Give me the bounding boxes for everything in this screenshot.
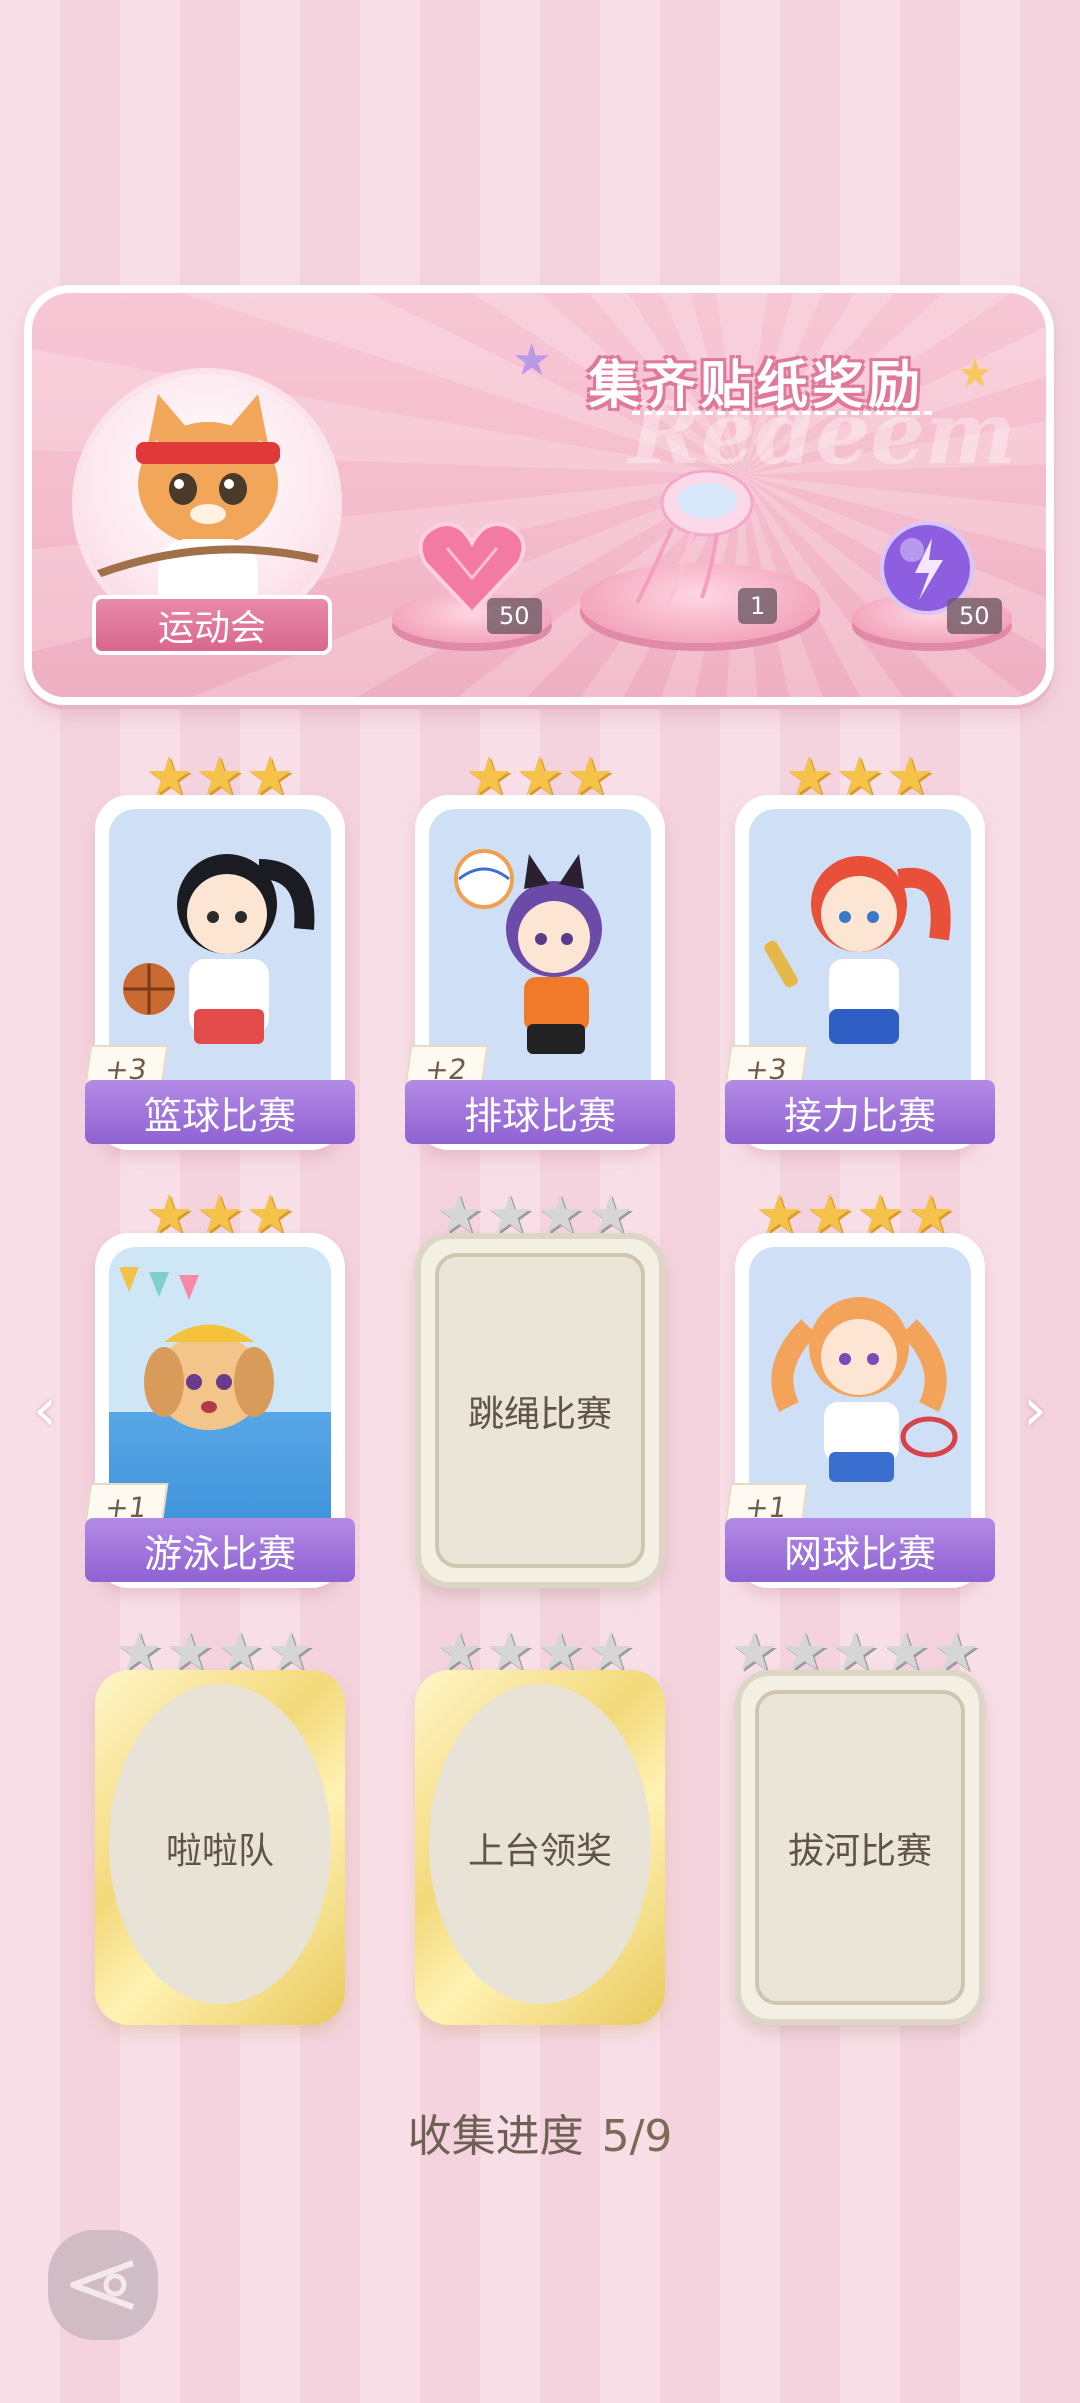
sticker-card-award-locked[interactable]: 上台领奖 (415, 1670, 665, 2025)
event-tag: 运动会 (92, 595, 332, 655)
reward-count: 50 (947, 598, 1002, 634)
sticker-card-relay[interactable]: +3 接力比赛 (723, 795, 995, 1150)
collection-progress: 收集进度 5/9 (0, 2100, 1080, 2164)
back-arrow-icon (70, 2260, 135, 2310)
card-label: 上台领奖 (467, 1830, 612, 1872)
star-icon: ★ (512, 335, 552, 386)
reward-count: 50 (487, 598, 542, 634)
star-icon: ★ (957, 351, 993, 397)
title-underline (632, 411, 932, 415)
chevron-left-icon[interactable]: ‹ (20, 1370, 70, 1450)
sticker-card-volleyball[interactable]: +2 排球比赛 (403, 795, 675, 1150)
sticker-card-swimming[interactable]: +1 游泳比赛 (83, 1233, 355, 1588)
sticker-card-jump-rope-locked[interactable]: 跳绳比赛 (415, 1233, 665, 1588)
card-label: 啦啦队 (165, 1830, 274, 1872)
chevron-right-icon[interactable]: › (1010, 1370, 1060, 1450)
sticker-card-tug-of-war-locked[interactable]: 拔河比赛 (735, 1670, 985, 2025)
card-label: 网球比赛 (725, 1518, 995, 1582)
card-label: 跳绳比赛 (467, 1393, 612, 1435)
sticker-card-cheerleading-locked[interactable]: 啦啦队 (95, 1670, 345, 2025)
card-label: 排球比赛 (405, 1080, 675, 1144)
progress-label: 收集进度 (407, 2111, 584, 2162)
card-label: 篮球比赛 (85, 1080, 355, 1144)
card-label: 游泳比赛 (85, 1518, 355, 1582)
back-button[interactable] (48, 2230, 158, 2340)
progress-value: 5/9 (601, 2111, 673, 2162)
reward-banner: Redeem ★ 集齐贴纸奖励 ★ 运动会 50 1 50 (24, 285, 1054, 705)
sticker-card-tennis[interactable]: +1 网球比赛 (723, 1233, 995, 1588)
card-label: 接力比赛 (725, 1080, 995, 1144)
card-label: 拔河比赛 (787, 1830, 932, 1872)
reward-count: 1 (738, 588, 778, 624)
sticker-card-basketball[interactable]: +3 篮球比赛 (83, 795, 355, 1150)
